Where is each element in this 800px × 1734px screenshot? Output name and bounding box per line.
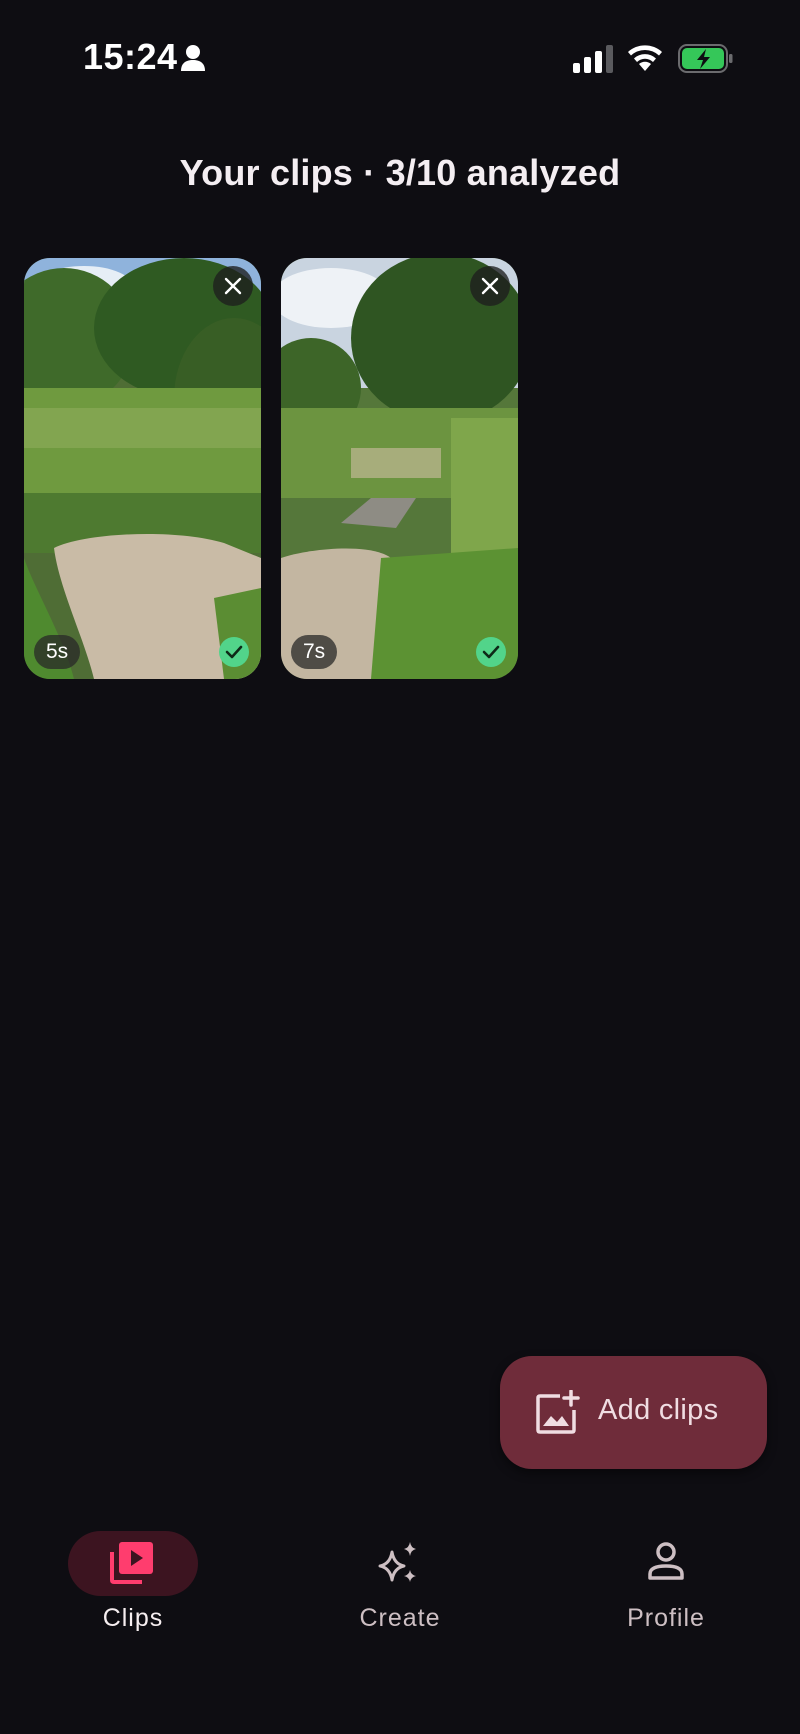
bottom-navigation: Clips Create Profile: [0, 1500, 800, 1734]
clip-card[interactable]: 7s: [281, 258, 518, 679]
close-icon: [481, 277, 499, 295]
page-title: Your clips · 3/10 analyzed: [179, 152, 621, 193]
clip-duration: 7s: [291, 635, 338, 669]
wifi-icon: [628, 45, 662, 71]
video-library-icon: [110, 1542, 153, 1584]
clip-card[interactable]: 5s: [24, 258, 261, 679]
remove-clip-button[interactable]: [213, 266, 253, 306]
sparkles-icon: [378, 1542, 416, 1582]
clip-thumbnail: [281, 258, 518, 679]
clip-duration: 5s: [34, 635, 81, 669]
add-clips-button[interactable]: Add clips: [500, 1356, 767, 1469]
nav-item-clips[interactable]: Clips: [33, 1500, 233, 1640]
battery-charging-icon: [678, 44, 733, 73]
close-icon: [224, 277, 242, 295]
nav-item-create[interactable]: Create: [300, 1500, 500, 1640]
nav-label-clips: Clips: [102, 1604, 164, 1632]
remove-clip-button[interactable]: [470, 266, 510, 306]
clip-thumbnail: [24, 258, 261, 679]
nav-label-create: Create: [359, 1604, 441, 1632]
nav-item-profile[interactable]: Profile: [566, 1500, 766, 1640]
check-icon: [476, 637, 506, 667]
nav-label-profile: Profile: [627, 1604, 705, 1632]
cellular-signal-icon: [573, 45, 613, 73]
status-bar: 15:24: [0, 0, 800, 120]
add-photo-icon: [536, 1390, 580, 1434]
person-icon: [181, 45, 205, 71]
add-clips-label: Add clips: [598, 1394, 719, 1426]
person-outline-icon: [648, 1542, 684, 1580]
status-time: 15:24: [83, 36, 178, 77]
check-icon: [219, 637, 249, 667]
